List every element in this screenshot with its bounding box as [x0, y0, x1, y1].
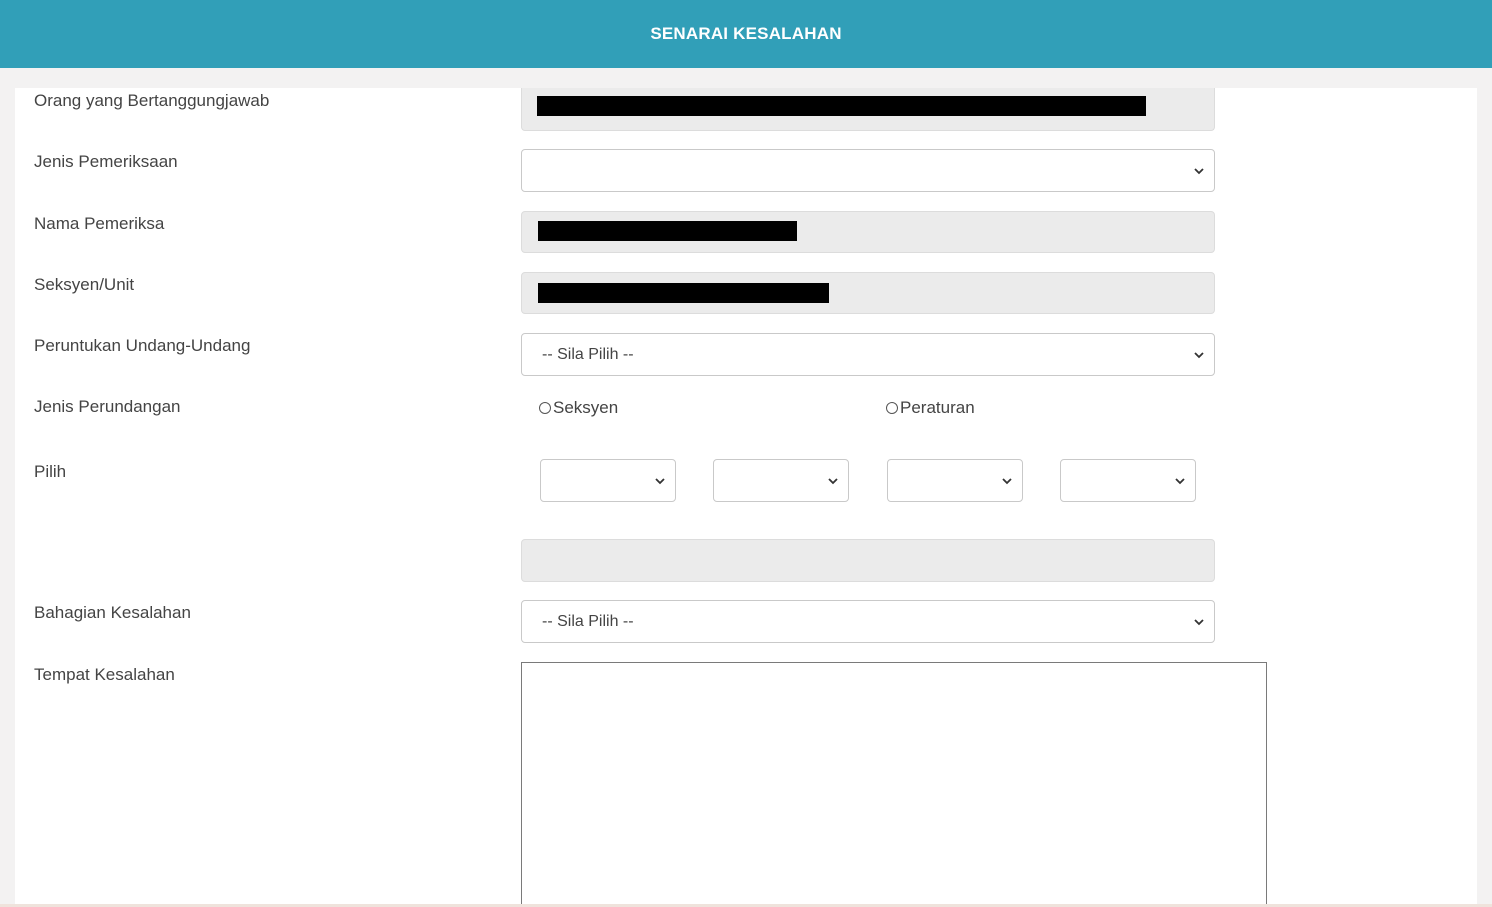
radio-peraturan-label: Peraturan — [900, 398, 975, 417]
chevron-down-icon — [1194, 617, 1204, 627]
chevron-down-icon — [1194, 350, 1204, 360]
redacted-value — [538, 221, 797, 241]
radio-unchecked-icon[interactable] — [539, 402, 551, 414]
redacted-value — [537, 96, 1146, 116]
chevron-down-icon — [1175, 476, 1185, 486]
pilih-select-3[interactable] — [887, 459, 1023, 502]
bahagian-kesalahan-value: -- Sila Pilih -- — [542, 612, 634, 630]
page-header: SENARAI KESALAHAN — [0, 0, 1492, 68]
redacted-value — [538, 283, 829, 303]
radio-seksyen[interactable]: Seksyen — [539, 398, 618, 418]
jenis-perundangan-label: Jenis Perundangan — [34, 397, 181, 416]
radio-peraturan[interactable]: Peraturan — [886, 398, 975, 418]
peruntukan-select[interactable]: -- Sila Pilih -- — [521, 333, 1215, 376]
orang-bertanggungjawab-label: Orang yang Bertanggungjawab — [34, 91, 270, 110]
tempat-kesalahan-label: Tempat Kesalahan — [34, 665, 175, 684]
nama-pemeriksa-label: Nama Pemeriksa — [34, 214, 165, 233]
radio-seksyen-label: Seksyen — [553, 398, 619, 417]
jenis-pemeriksaan-select[interactable] — [521, 149, 1215, 192]
peruntukan-value: -- Sila Pilih -- — [542, 345, 634, 363]
bahagian-kesalahan-label: Bahagian Kesalahan — [34, 603, 191, 622]
chevron-down-icon — [655, 476, 665, 486]
nama-pemeriksa-field[interactable] — [521, 211, 1215, 253]
chevron-down-icon — [1002, 476, 1012, 486]
tempat-kesalahan-textarea[interactable] — [521, 662, 1267, 907]
pilih-select-2[interactable] — [713, 459, 849, 502]
chevron-down-icon — [828, 476, 838, 486]
page-title: SENARAI KESALAHAN — [650, 24, 842, 43]
bahagian-kesalahan-select[interactable]: -- Sila Pilih -- — [521, 600, 1215, 643]
jenis-pemeriksaan-label: Jenis Pemeriksaan — [34, 152, 178, 171]
pilih-select-4[interactable] — [1060, 459, 1196, 502]
seksyen-unit-label: Seksyen/Unit — [34, 275, 135, 294]
chevron-down-icon — [1194, 166, 1204, 176]
orang-bertanggungjawab-field[interactable] — [521, 88, 1215, 131]
pilih-label: Pilih — [34, 462, 67, 481]
seksyen-unit-field[interactable] — [521, 272, 1215, 314]
peruntukan-detail-field[interactable] — [521, 539, 1215, 582]
peruntukan-label: Peruntukan Undang-Undang — [34, 336, 251, 355]
form-card: Orang yang Bertanggungjawab Jenis Pemeri… — [15, 88, 1477, 907]
radio-unchecked-icon[interactable] — [886, 402, 898, 414]
pilih-select-1[interactable] — [540, 459, 676, 502]
